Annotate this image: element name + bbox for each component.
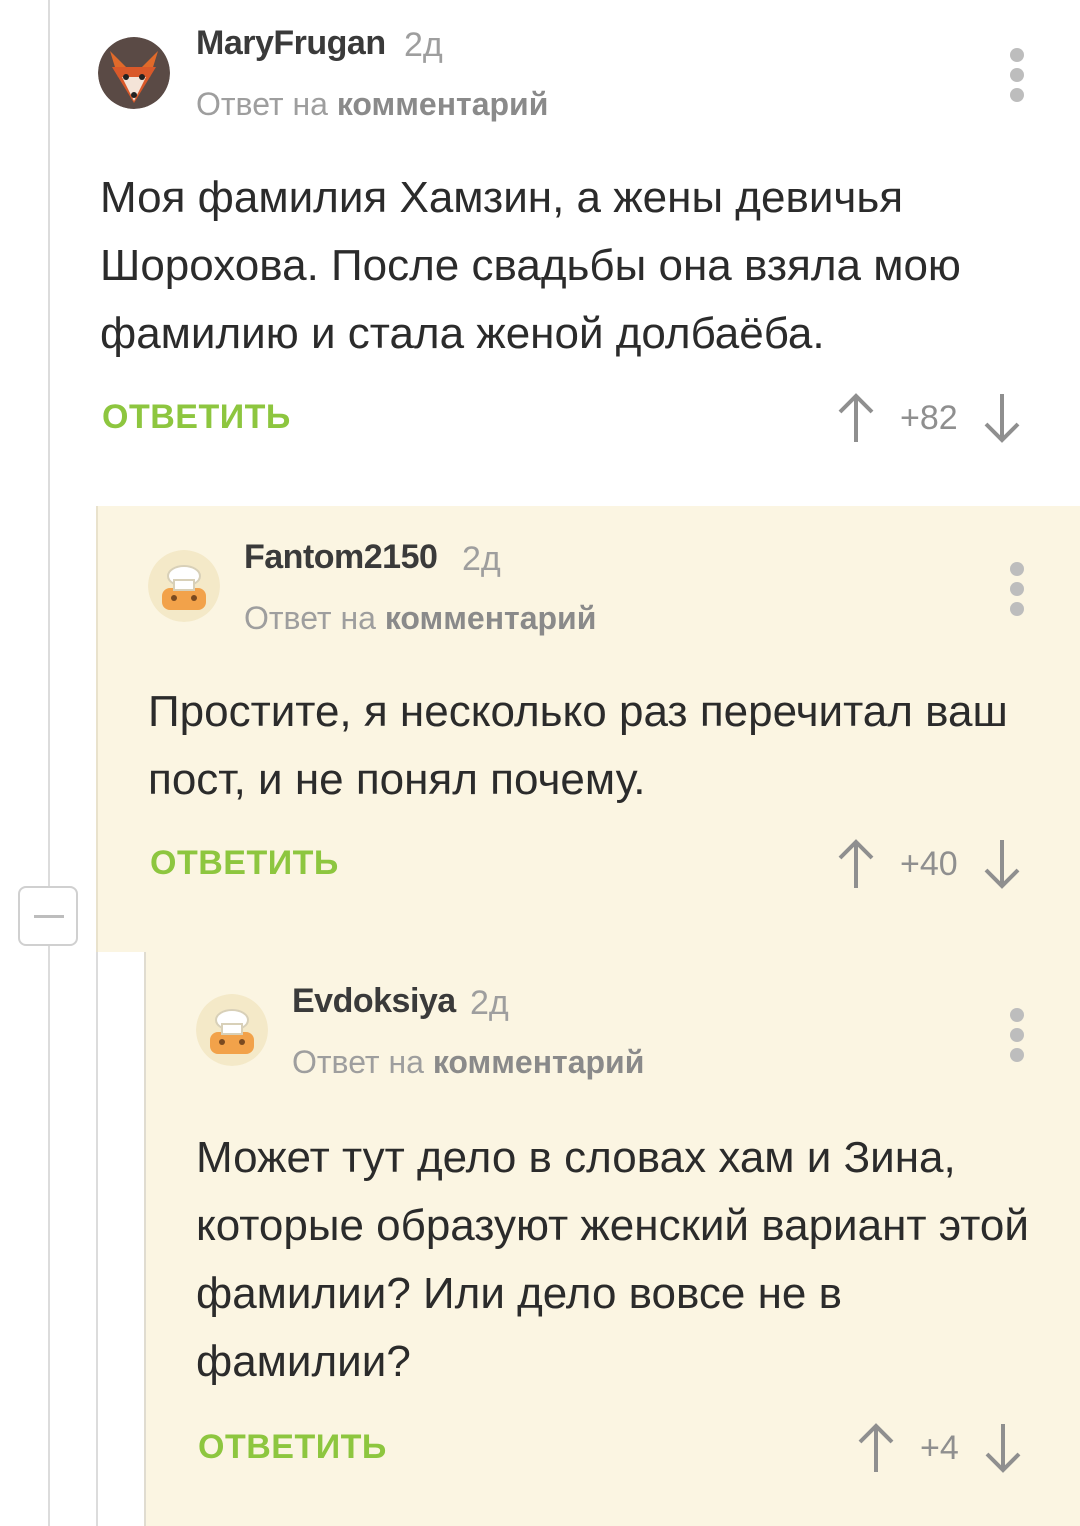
- comment-text: Может тут дело в словах хам и Зина, кото…: [196, 1133, 1029, 1386]
- rating-score: +82: [900, 398, 958, 437]
- more-options-icon[interactable]: [1010, 1008, 1026, 1068]
- vote-controls: +82: [836, 388, 1022, 448]
- thread-line: [96, 952, 98, 1526]
- reply-button[interactable]: ОТВЕТИТЬ: [198, 1428, 387, 1467]
- upvote-arrow-icon[interactable]: [856, 1420, 896, 1476]
- avatar[interactable]: [196, 994, 268, 1066]
- reply-button[interactable]: ОТВЕТИТЬ: [150, 844, 339, 883]
- reply-to-prefix: Ответ на: [244, 600, 376, 636]
- minus-icon: [34, 915, 64, 918]
- avatar[interactable]: [98, 37, 170, 109]
- comment-evdoksiya: Evdoksiya 2д Ответ на комментарий Может …: [144, 952, 1080, 1526]
- reply-to-link[interactable]: комментарий: [433, 1044, 645, 1080]
- collapse-thread-button[interactable]: [18, 886, 78, 946]
- upvote-arrow-icon[interactable]: [836, 836, 876, 892]
- reply-to-prefix: Ответ на: [292, 1044, 424, 1080]
- timestamp: 2д: [404, 26, 443, 64]
- reply-to-link[interactable]: комментарий: [337, 86, 549, 122]
- username[interactable]: Fantom2150: [244, 538, 438, 577]
- comment-text: Моя фамилия Хамзин, а жены девичья Шорох…: [100, 173, 961, 358]
- reply-button[interactable]: ОТВЕТИТЬ: [102, 398, 291, 437]
- reply-to-line: Ответ на комментарий: [292, 1044, 644, 1081]
- upvote-arrow-icon[interactable]: [836, 390, 876, 446]
- username[interactable]: MaryFrugan: [196, 24, 386, 63]
- fox-avatar-icon: [98, 37, 170, 109]
- avatar[interactable]: [148, 550, 220, 622]
- reply-to-line: Ответ на комментарий: [196, 86, 548, 123]
- default-chef-avatar-icon: [196, 994, 268, 1066]
- more-options-icon[interactable]: [1010, 562, 1026, 622]
- downvote-arrow-icon[interactable]: [983, 1420, 1023, 1476]
- comment-text: Простите, я несколько раз перечитал ваш …: [148, 687, 1008, 804]
- reply-to-line: Ответ на комментарий: [244, 600, 596, 637]
- rating-score: +4: [920, 1428, 959, 1467]
- more-options-icon[interactable]: [1010, 48, 1026, 108]
- vote-controls: +4: [856, 1418, 1023, 1478]
- thread-indent-gap: [98, 952, 144, 1526]
- reply-to-link[interactable]: комментарий: [385, 600, 597, 636]
- downvote-arrow-icon[interactable]: [982, 836, 1022, 892]
- timestamp: 2д: [470, 984, 509, 1022]
- username[interactable]: Evdoksiya: [292, 982, 456, 1021]
- default-chef-avatar-icon: [148, 550, 220, 622]
- timestamp: 2д: [462, 540, 501, 578]
- vote-controls: +40: [836, 834, 1022, 894]
- reply-to-prefix: Ответ на: [196, 86, 328, 122]
- comment-maryfrugan: MaryFrugan 2д Ответ на комментарий Моя ф…: [50, 0, 1080, 505]
- rating-score: +40: [900, 844, 958, 883]
- downvote-arrow-icon[interactable]: [982, 390, 1022, 446]
